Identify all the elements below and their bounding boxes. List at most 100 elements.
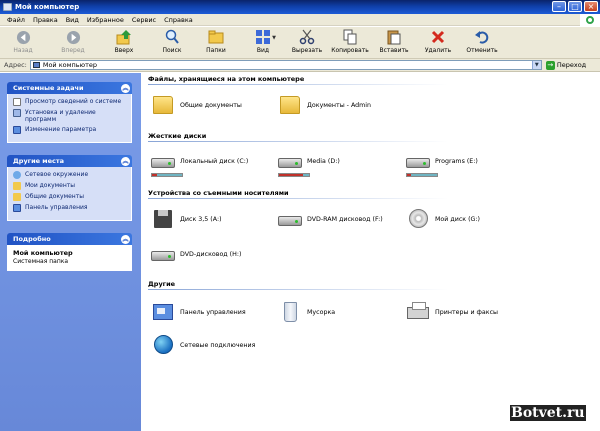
go-arrow-icon: → (545, 60, 555, 70)
delete-icon (430, 29, 446, 45)
task-pane: Системные задачи ︽ Просмотр сведений о с… (0, 73, 141, 431)
undo-button[interactable]: Отменить (463, 29, 501, 54)
title-bar: Мой компьютер – □ × (0, 0, 600, 14)
go-button[interactable]: → Переход (545, 60, 587, 70)
folder-icon (151, 94, 175, 116)
delete-button[interactable]: Удалить (419, 29, 457, 54)
item-admin-documents[interactable]: Документы - Admin (278, 94, 371, 116)
drive-usage-bar (278, 173, 310, 177)
close-button[interactable]: × (584, 1, 598, 12)
undo-icon (474, 29, 490, 45)
item-drive-d[interactable]: Media (D:) (278, 150, 340, 177)
copy-button[interactable]: Копировать (331, 29, 369, 54)
details-type: Системная папка (13, 258, 69, 265)
paste-button[interactable]: Вставить (375, 29, 413, 54)
item-recycle-bin[interactable]: Мусорка (278, 301, 335, 323)
search-button[interactable]: Поиск (153, 29, 191, 54)
my-computer-icon (32, 62, 40, 68)
folder-icon (278, 94, 302, 116)
drive-usage-fill (407, 174, 411, 176)
address-label: Адрес: (4, 61, 27, 69)
address-input[interactable]: Мой компьютер ▼ (29, 60, 542, 70)
cd-disc-icon (406, 208, 430, 230)
views-dropdown-arrow-icon[interactable]: ▼ (272, 35, 276, 41)
floppy-disk-icon (151, 208, 175, 230)
hard-drive-icon (278, 150, 310, 177)
control-panel-icon (151, 301, 175, 323)
network-globe-icon (151, 334, 175, 356)
item-control-panel[interactable]: Панель управления (151, 301, 246, 323)
task-add-remove-programs[interactable]: Установка и удаление программ (13, 109, 126, 123)
back-arrow-icon (15, 29, 31, 45)
item-drive-c[interactable]: Локальный диск (C:) (151, 150, 248, 177)
item-drive-e[interactable]: Programs (E:) (406, 150, 478, 177)
views-button[interactable]: Вид ▼ (244, 29, 282, 54)
place-shared-documents[interactable]: Общие документы (13, 193, 126, 201)
collapse-chevron-icon[interactable]: ︽ (121, 157, 130, 166)
other-places-header[interactable]: Другие места ︽ (7, 155, 132, 167)
other-places-panel: Другие места ︽ Сетевое окружение Мои док… (7, 155, 132, 221)
task-view-system-info[interactable]: Просмотр сведений о системе (13, 98, 126, 106)
menu-view[interactable]: Вид (62, 16, 83, 24)
search-icon (164, 29, 180, 45)
collapse-chevron-icon[interactable]: ︽ (121, 235, 130, 244)
item-floppy-a[interactable]: Диск 3,5 (A:) (151, 208, 222, 230)
recycle-bin-icon (278, 301, 302, 323)
menu-file[interactable]: Файл (3, 16, 29, 24)
cut-icon (299, 29, 315, 45)
system-tasks-panel: Системные задачи ︽ Просмотр сведений о с… (7, 82, 132, 143)
details-header[interactable]: Подробно ︽ (7, 233, 132, 245)
my-computer-icon (3, 3, 12, 11)
place-network[interactable]: Сетевое окружение (13, 171, 126, 179)
copy-icon (342, 29, 358, 45)
go-label: Переход (556, 61, 587, 69)
minimize-button[interactable]: – (552, 1, 566, 12)
add-remove-programs-icon (13, 109, 21, 117)
hard-drive-icon (151, 150, 183, 177)
network-icon (13, 171, 21, 179)
menu-help[interactable]: Справка (160, 16, 197, 24)
item-dvd-h[interactable]: DVD-дисковод (H:) (151, 243, 241, 265)
section-title-other: Другие (148, 280, 176, 288)
views-icon (255, 29, 271, 45)
back-button[interactable]: Назад (4, 29, 42, 54)
main-content: Файлы, хранящиеся на этом компьютере Общ… (141, 73, 600, 431)
up-button[interactable]: Вверх (105, 29, 143, 54)
toolbar: Назад Вперед Вверх Поиск Папки Вид ▼ Выр… (0, 27, 600, 59)
task-change-setting[interactable]: Изменение параметра (13, 126, 126, 134)
item-network-connections[interactable]: Сетевые подключения (151, 334, 255, 356)
item-dvdram-f[interactable]: DVD-RAM дисковод (F:) (278, 208, 383, 230)
section-divider (148, 198, 448, 199)
system-tasks-header[interactable]: Системные задачи ︽ (7, 82, 132, 94)
windows-logo-icon (580, 14, 600, 26)
section-divider (148, 84, 448, 85)
control-panel-icon (13, 126, 21, 134)
folders-button[interactable]: Папки (197, 29, 235, 54)
item-shared-documents[interactable]: Общие документы (151, 94, 242, 116)
menu-tools[interactable]: Сервис (128, 16, 160, 24)
details-panel: Подробно ︽ Мой компьютер Системная папка (7, 233, 132, 271)
folders-icon (208, 29, 224, 45)
place-control-panel[interactable]: Панель управления (13, 204, 126, 212)
drive-usage-fill (152, 174, 158, 176)
forward-button[interactable]: Вперед (54, 29, 92, 54)
address-dropdown-arrow-icon[interactable]: ▼ (531, 61, 541, 69)
window-title: Мой компьютер (15, 3, 80, 11)
menu-favorites[interactable]: Избранное (83, 16, 128, 24)
control-panel-icon (13, 204, 21, 212)
dvd-ram-drive-icon (278, 208, 302, 230)
item-printers-faxes[interactable]: Принтеры и факсы (406, 301, 498, 323)
collapse-chevron-icon[interactable]: ︽ (121, 84, 130, 93)
paste-icon (386, 29, 402, 45)
section-title-removable: Устройства со съемными носителями (148, 189, 289, 197)
address-bar: Адрес: Мой компьютер ▼ → Переход (0, 59, 600, 72)
menu-edit[interactable]: Правка (29, 16, 62, 24)
item-disc-g[interactable]: Мой диск (G:) (406, 208, 480, 230)
section-divider (148, 289, 448, 290)
cut-button[interactable]: Вырезать (288, 29, 326, 54)
address-value: Мой компьютер (42, 61, 97, 69)
details-name: Мой компьютер (13, 249, 73, 257)
section-title-files: Файлы, хранящиеся на этом компьютере (148, 75, 305, 83)
maximize-button[interactable]: □ (568, 1, 582, 12)
place-my-documents[interactable]: Мои документы (13, 182, 126, 190)
